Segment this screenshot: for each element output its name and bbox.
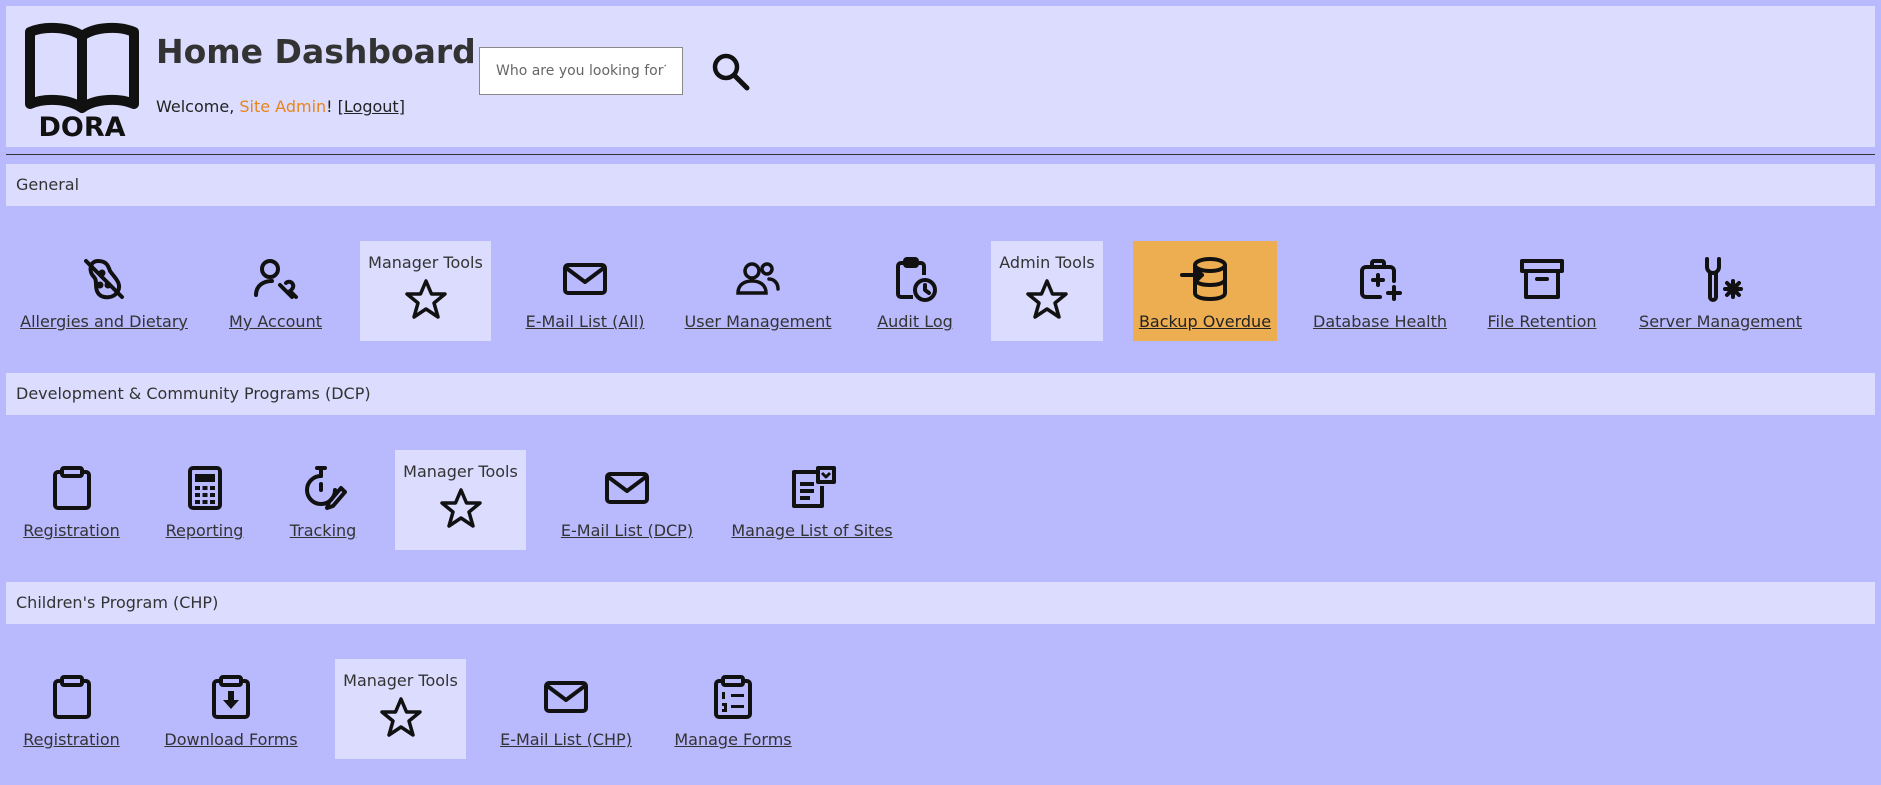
tile-label: Manage Forms — [674, 730, 792, 749]
section-chp-title: Children's Program (CHP) — [6, 582, 1875, 624]
calculator-icon — [187, 466, 222, 510]
book-icon — [25, 22, 139, 113]
stopwatch-icon — [305, 466, 347, 510]
tile-label: Registration — [23, 730, 120, 749]
section-general-title: General — [6, 164, 1875, 206]
database-import-icon — [1180, 257, 1227, 301]
tile-my-account[interactable]: My Account — [228, 252, 323, 331]
tile-label: Manager Tools — [368, 253, 483, 272]
star-icon — [1026, 279, 1068, 319]
tile-label: E-Mail List (CHP) — [500, 730, 632, 749]
clipboard-list-icon — [714, 675, 752, 719]
welcome-mid: ! [ — [326, 97, 344, 116]
tile-label: Server Management — [1639, 312, 1802, 331]
user-name: Site Admin — [239, 97, 327, 116]
welcome-message: Welcome, Site Admin! [Logout] — [156, 97, 405, 116]
tile-label: Download Forms — [164, 730, 298, 749]
tile-manage-list-of-sites[interactable]: Manage List of Sites — [731, 461, 893, 540]
welcome-prefix: Welcome, — [156, 97, 240, 116]
search-input[interactable] — [479, 47, 683, 95]
tile-label: Tracking — [289, 521, 357, 540]
tile-label: Manager Tools — [343, 671, 458, 690]
tile-tracking[interactable]: Tracking — [289, 461, 357, 540]
tile-label: Database Health — [1313, 312, 1447, 331]
first-aid-kit-icon — [1360, 259, 1402, 301]
tile-allergies-and-dietary[interactable]: Allergies and Dietary — [20, 252, 188, 331]
mail-icon — [544, 681, 588, 713]
star-icon — [439, 488, 482, 528]
tile-label: Manage List of Sites — [731, 521, 893, 540]
tile-database-health[interactable]: Database Health — [1313, 252, 1447, 331]
page-title: Home Dashboard — [156, 32, 476, 71]
mail-icon — [605, 472, 649, 504]
tile-reporting[interactable]: Reporting — [165, 461, 244, 540]
list-dropdown-icon — [792, 466, 836, 508]
clipboard-download-icon — [212, 675, 250, 719]
star-icon — [379, 697, 422, 737]
tile-manager-tools[interactable]: Manager Tools — [360, 241, 491, 341]
tile-server-management[interactable]: Server Management — [1639, 252, 1802, 331]
tile-manage-forms[interactable]: Manage Forms — [674, 670, 792, 749]
tile-backup-overdue[interactable]: Backup Overdue — [1133, 241, 1277, 341]
tile-user-management[interactable]: User Management — [685, 252, 831, 331]
mail-icon — [563, 263, 607, 295]
clipboard-icon — [52, 675, 91, 719]
clipboard-clock-icon — [896, 257, 937, 302]
tile-label: Audit Log — [877, 312, 953, 331]
tile-label: Allergies and Dietary — [20, 312, 188, 331]
star-icon — [404, 279, 447, 319]
tile-label: My Account — [229, 312, 322, 331]
logo-text: DORA — [38, 112, 126, 143]
section-dcp-title: Development & Community Programs (DCP) — [6, 373, 1875, 415]
tile-e-mail-list-dcp[interactable]: E-Mail List (DCP) — [561, 461, 693, 540]
tile-label: E-Mail List (DCP) — [560, 521, 694, 540]
clipboard-icon — [52, 466, 91, 510]
tile-audit-log[interactable]: Audit Log — [876, 252, 954, 331]
welcome-suffix: ] — [398, 97, 405, 116]
users-icon — [736, 262, 780, 295]
tile-admin-tools[interactable]: Admin Tools — [991, 241, 1103, 341]
user-wrench-icon — [253, 259, 298, 299]
tile-label: Reporting — [165, 521, 244, 540]
tile-e-mail-list-chp[interactable]: E-Mail List (CHP) — [500, 670, 632, 749]
tile-registration-dcp[interactable]: Registration — [23, 461, 120, 540]
tile-label: Registration — [23, 521, 120, 540]
tile-label: File Retention — [1487, 312, 1597, 331]
tile-label: Backup Overdue — [1138, 312, 1272, 331]
tile-e-mail-list-all[interactable]: E-Mail List (All) — [526, 252, 644, 331]
dora-logo[interactable]: DORA — [18, 16, 146, 146]
tile-manager-tools-dcp[interactable]: Manager Tools — [395, 450, 526, 550]
search-icon — [712, 53, 750, 91]
tile-file-retention[interactable]: File Retention — [1487, 252, 1597, 331]
header: DORA Home Dashboard Welcome, Site Admin!… — [6, 6, 1875, 147]
tile-label: Manager Tools — [403, 462, 518, 481]
tile-download-forms[interactable]: Download Forms — [164, 670, 298, 749]
tile-manager-tools-chp[interactable]: Manager Tools — [335, 659, 466, 759]
tile-label: Admin Tools — [999, 253, 1095, 272]
archive-icon — [1520, 259, 1564, 299]
tile-label: E-Mail List (All) — [525, 312, 645, 331]
tool-gear-icon — [1704, 257, 1743, 302]
allergy-icon — [84, 259, 124, 300]
logout-link[interactable]: Logout — [344, 97, 399, 116]
tile-registration-chp[interactable]: Registration — [23, 670, 120, 749]
header-divider — [6, 154, 1875, 155]
tile-label: User Management — [684, 312, 832, 331]
search-button[interactable] — [709, 50, 753, 94]
